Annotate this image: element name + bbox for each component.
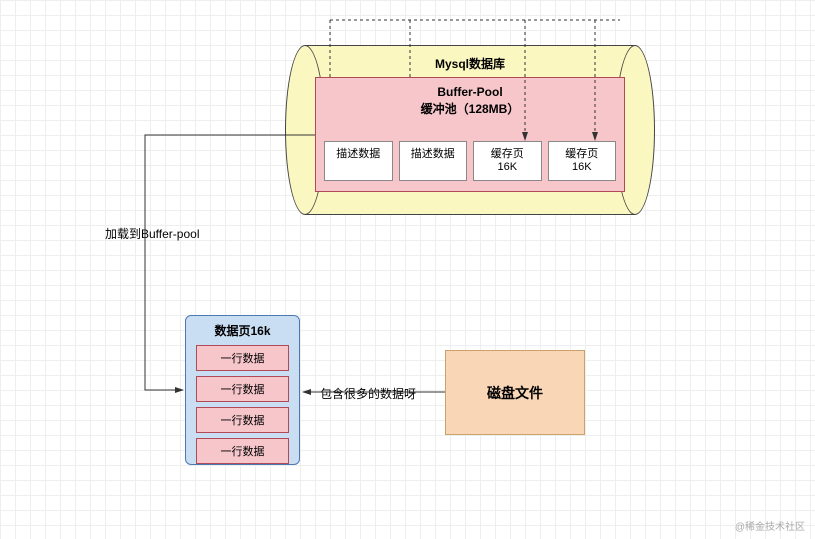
cache-page-1-line2: 16K [497,161,517,173]
buffer-pool-title: Buffer-Pool 缓冲池（128MB） [316,84,624,118]
data-row-4: 一行数据 [196,438,289,464]
disk-file-label: 磁盘文件 [487,383,543,403]
database-title: Mysql数据库 [435,55,505,72]
cache-page-1-line1: 缓存页 [491,148,524,160]
mysql-database-cylinder: Mysql数据库 Buffer-Pool 缓冲池（128MB） 描述数据 描述数… [285,45,655,215]
load-to-buffer-label: 加载到Buffer-pool [105,225,199,242]
data-row-2: 一行数据 [196,376,289,402]
desc-data-box-2: 描述数据 [399,141,468,181]
buffer-pool-title-line1: Buffer-Pool [437,85,502,99]
cache-page-box-1: 缓存页 16K [473,141,542,181]
contains-pages-label: 包含很多的数据呀 [320,385,416,402]
watermark-text: @稀金技术社区 [735,518,805,533]
data-page-box: 数据页16k 一行数据 一行数据 一行数据 一行数据 [185,315,300,465]
data-row-1: 一行数据 [196,345,289,371]
disk-file-box: 磁盘文件 [445,350,585,435]
buffer-pool-title-line2: 缓冲池（128MB） [421,102,520,116]
buffer-pool-items: 描述数据 描述数据 缓存页 16K 缓存页 16K [324,141,616,181]
cache-page-2-line2: 16K [572,161,592,173]
desc-data-box-1: 描述数据 [324,141,393,181]
cache-page-box-2: 缓存页 16K [548,141,617,181]
data-row-3: 一行数据 [196,407,289,433]
data-page-title: 数据页16k [192,322,293,339]
buffer-pool-box: Buffer-Pool 缓冲池（128MB） 描述数据 描述数据 缓存页 16K… [315,77,625,192]
cache-page-2-line1: 缓存页 [565,148,598,160]
